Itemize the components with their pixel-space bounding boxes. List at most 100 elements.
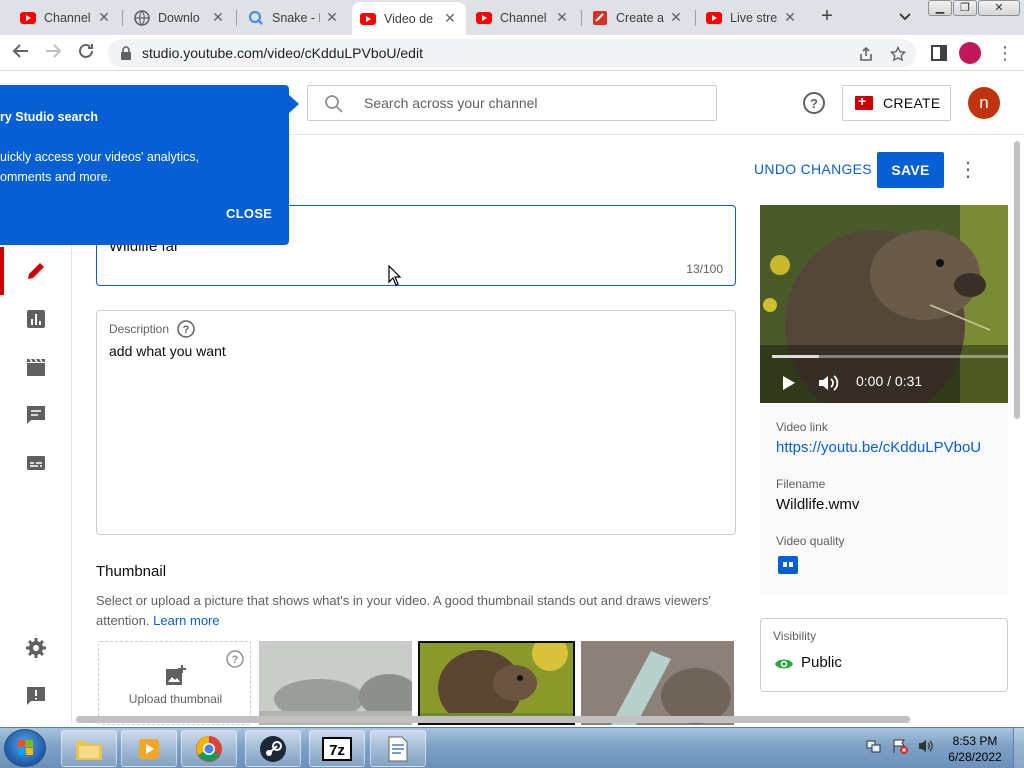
video-time: 0:00 / 0:31 [856, 373, 923, 389]
steam-icon [260, 735, 286, 762]
share-icon[interactable] [858, 46, 874, 62]
network-icon[interactable] [866, 738, 882, 754]
help-icon[interactable]: ? [802, 91, 826, 115]
chrome-taskbar-button[interactable] [181, 730, 237, 767]
search-icon [325, 95, 343, 113]
video-progress-fill [772, 355, 820, 358]
title-char-count: 13/100 [686, 262, 723, 276]
create-button[interactable]: CREATE [842, 85, 951, 121]
vertical-scrollbar[interactable] [1012, 135, 1024, 725]
close-tab-icon[interactable]: ✕ [210, 9, 226, 26]
action-center-flag-icon[interactable] [892, 738, 908, 754]
search-input[interactable]: Search across your channel [307, 85, 717, 121]
new-tab-button[interactable]: + [815, 5, 839, 29]
hd-quality-icon [778, 556, 798, 574]
document-icon [388, 736, 408, 761]
taskbar-clock[interactable]: 8:53 PM 6/28/2022 [942, 733, 1008, 765]
video-preview-panel: 0:00 / 0:31 Video link https://youtu.be/… [760, 205, 1008, 595]
close-tab-icon[interactable]: ✕ [668, 9, 684, 26]
close-tab-icon[interactable]: ✕ [554, 9, 570, 26]
avatar[interactable]: n [968, 87, 1000, 119]
analytics-icon[interactable] [25, 308, 47, 330]
close-tab-icon[interactable]: ✕ [324, 9, 340, 26]
thumbnail-heading: Thumbnail [96, 563, 167, 580]
video-player[interactable]: 0:00 / 0:31 [760, 205, 1008, 403]
browser-tab[interactable]: Downlo ✕ [126, 4, 234, 31]
lock-icon [121, 46, 131, 60]
back-arrow-icon[interactable] [10, 42, 32, 64]
svg-text:?: ? [810, 96, 818, 111]
description-input-value[interactable]: add what you want [109, 343, 226, 359]
browser-profile-avatar[interactable] [959, 42, 981, 64]
folder-icon [76, 740, 102, 760]
show-desktop-button[interactable] [1013, 728, 1024, 768]
7zip-taskbar-button[interactable]: 7z [309, 730, 365, 767]
subtitles-icon[interactable] [25, 452, 47, 474]
snake-game-icon [248, 10, 264, 26]
youtube-icon [20, 10, 36, 26]
close-tab-icon[interactable]: ✕ [96, 9, 112, 26]
youtube-icon [360, 11, 376, 27]
help-icon[interactable]: ? [226, 650, 244, 668]
close-tab-icon[interactable]: ✕ [442, 10, 458, 27]
speaker-icon[interactable] [918, 738, 934, 754]
create-video-icon [855, 93, 873, 110]
save-button[interactable]: SAVE [877, 152, 944, 188]
learn-more-link[interactable]: Learn more [153, 613, 219, 628]
description-label: Description [109, 322, 170, 336]
scrollbar-thumb[interactable] [1014, 141, 1020, 419]
visibility-value: Public [801, 654, 842, 671]
browser-tab-active[interactable]: Video de ✕ [352, 2, 466, 35]
7zip-icon: 7z [322, 736, 352, 761]
tooltip-body: uickly access your videos' analytics, om… [0, 150, 199, 184]
file-explorer-taskbar-button[interactable] [61, 730, 117, 767]
settings-gear-icon[interactable] [25, 637, 47, 659]
browser-tab[interactable]: Create an✕ [584, 4, 692, 31]
scrollbar-thumb[interactable] [76, 716, 910, 723]
chevron-down-icon[interactable] [896, 8, 914, 26]
volume-icon[interactable] [818, 374, 840, 392]
add-photo-icon [166, 665, 186, 685]
comments-icon[interactable] [25, 404, 47, 426]
description-field[interactable]: Description ? add what you want [96, 310, 736, 535]
close-tab-icon[interactable]: ✕ [782, 9, 798, 26]
browser-tab[interactable]: Channel ✕ [12, 4, 120, 31]
pencil-icon[interactable] [25, 260, 47, 282]
help-icon[interactable]: ? [177, 320, 195, 338]
feedback-icon[interactable] [25, 685, 47, 707]
clapperboard-icon[interactable] [25, 356, 47, 378]
thumbnail-description: Select or upload a picture that shows wh… [96, 593, 711, 628]
more-vert-icon[interactable]: ⋮ [996, 43, 1014, 64]
tooltip-close-button[interactable]: CLOSE [226, 206, 272, 221]
forward-arrow-icon[interactable] [42, 42, 64, 64]
horizontal-scrollbar[interactable] [72, 713, 1012, 725]
studio-search-tooltip: ry Studio search uickly access your vide… [0, 85, 299, 245]
video-link[interactable]: https://youtu.be/cKdduLPVboU [776, 439, 981, 456]
mouse-cursor-icon [388, 265, 402, 286]
create-icon [592, 10, 608, 26]
browser-tab[interactable]: Snake - P✕ [240, 4, 348, 31]
star-icon[interactable] [890, 46, 906, 62]
browser-tab-strip: Channel✕ Downlo✕ Snake - P✕ Video de✕ Ch… [0, 0, 1024, 35]
browser-tab[interactable]: Channel ✕ [468, 4, 578, 31]
video-progress-bar[interactable] [772, 355, 1008, 358]
play-icon[interactable] [782, 375, 796, 391]
restore-button[interactable]: ❐ [953, 0, 977, 16]
visibility-dropdown[interactable]: Visibility Public [760, 618, 1008, 692]
notepad-taskbar-button[interactable] [370, 730, 426, 767]
close-window-button[interactable]: ✕ [978, 0, 1020, 16]
side-panel-icon[interactable] [929, 43, 949, 63]
youtube-icon [706, 10, 722, 26]
undo-changes-button[interactable]: UNDO CHANGES [754, 161, 872, 177]
media-player-taskbar-button[interactable] [121, 730, 177, 767]
address-bar[interactable]: studio.youtube.com/video/cKdduLPVboU/edi… [108, 39, 916, 67]
more-vert-icon[interactable]: ⋮ [958, 157, 978, 182]
reload-icon[interactable] [75, 42, 97, 64]
active-indicator [0, 247, 4, 295]
start-button[interactable] [4, 729, 46, 767]
steam-taskbar-button[interactable] [245, 730, 301, 767]
browser-tab[interactable]: Live strea✕ [698, 4, 806, 31]
windows-taskbar: 7z 8:53 PM 6/28/2022 [0, 727, 1024, 768]
visibility-label: Visibility [773, 629, 817, 643]
minimize-button[interactable]: ▁ [928, 0, 952, 16]
